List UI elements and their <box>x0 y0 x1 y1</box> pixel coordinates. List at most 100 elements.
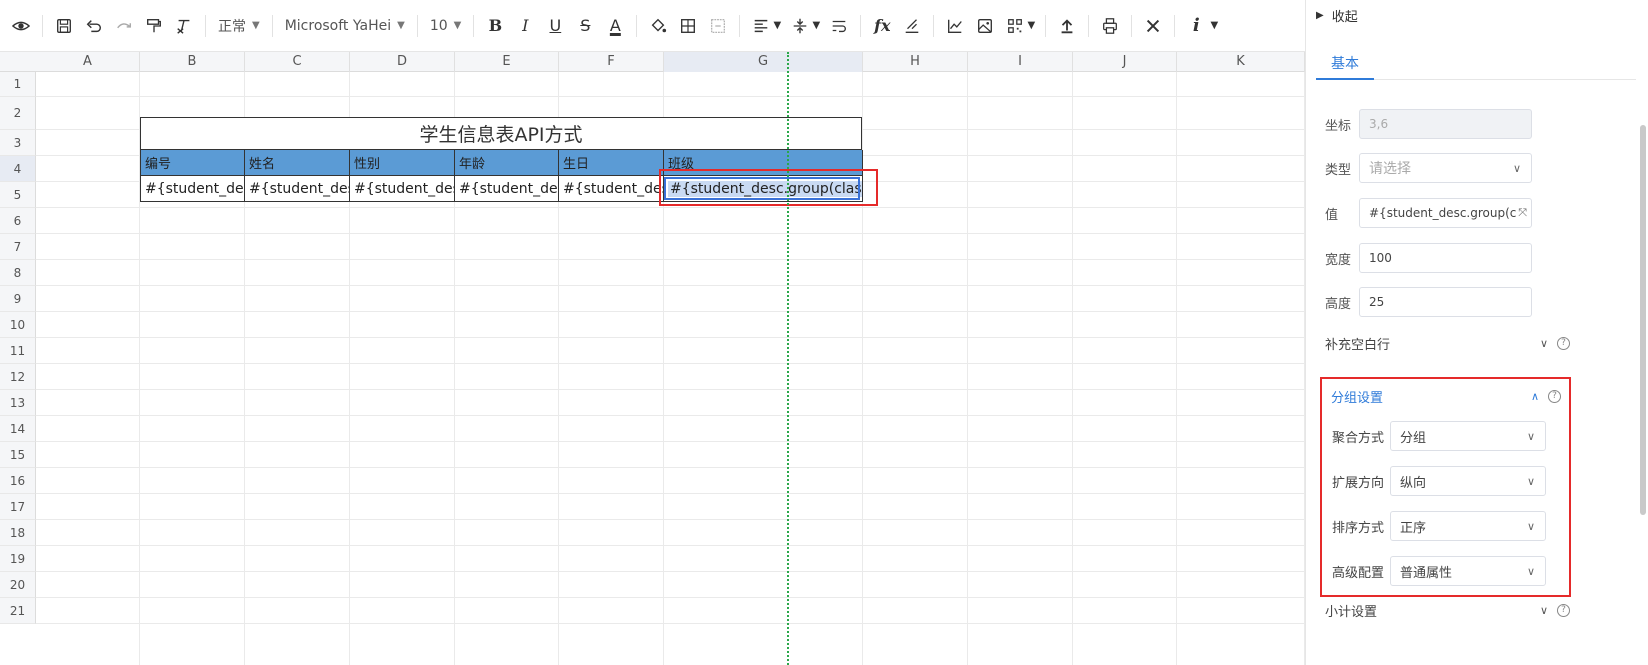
width-input[interactable]: 100 <box>1359 243 1532 273</box>
grid-hline <box>36 493 1305 494</box>
height-input[interactable]: 25 <box>1359 287 1532 317</box>
strikethrough-icon[interactable]: S <box>573 11 597 41</box>
help-icon[interactable]: ? <box>1548 389 1561 403</box>
sort-label: 排序方式 <box>1332 520 1385 536</box>
type-select[interactable]: 请选择 ∨ <box>1359 153 1532 183</box>
group-section-label: 分组设置 <box>1331 390 1384 406</box>
subtotal-section[interactable]: 小计设置 ∨ ? <box>1325 599 1570 621</box>
font-family-value: Microsoft YaHei <box>284 17 392 34</box>
grid-hline <box>36 519 1305 520</box>
align-left-icon[interactable] <box>749 11 773 41</box>
value-input[interactable]: #{student_desc.group(c ⤧ <box>1359 198 1532 228</box>
help-icon[interactable]: ? <box>1557 336 1570 350</box>
collapse-button[interactable]: ▶ 收起 <box>1316 6 1358 25</box>
subtotal-label: 小计设置 <box>1325 604 1378 620</box>
chevron-down-icon: ∨ <box>1539 336 1548 350</box>
toolbar-divider <box>42 14 43 37</box>
data-cell[interactable]: #{student_des <box>140 176 245 202</box>
grid-hline <box>36 207 1305 208</box>
value-row: 值 #{student_desc.group(c ⤧ <box>1306 196 1648 230</box>
chevron-down-icon[interactable]: ▼ <box>1026 11 1036 41</box>
chevron-down-icon[interactable]: ▼ <box>772 11 782 41</box>
wrap-text-icon[interactable] <box>827 11 851 41</box>
column-header-k[interactable]: K <box>1177 52 1305 72</box>
border-icon[interactable] <box>676 11 700 41</box>
qrcode-icon[interactable] <box>1003 11 1027 41</box>
bold-icon[interactable]: B <box>483 11 507 41</box>
column-header-c[interactable]: C <box>245 52 350 72</box>
data-cell[interactable]: #{student_des <box>350 176 455 202</box>
font-size-select[interactable]: 10 ▼ <box>424 11 468 41</box>
expand-icon[interactable]: ⤧ <box>1518 206 1527 220</box>
toolbar-divider <box>1088 14 1090 37</box>
spreadsheet[interactable]: ABCDEFGHIJK 1 2 3 4 5 6 7 8 9 10 11 12 13 14 15 16 17 18 1… <box>0 52 1305 665</box>
report-title-cell[interactable]: 学生信息表API方式 <box>140 117 862 150</box>
info-icon[interactable]: i <box>1184 11 1208 41</box>
grid-vline <box>1176 72 1177 665</box>
formula-icon[interactable]: fx <box>870 11 894 41</box>
toolbar-divider <box>933 14 935 37</box>
tools-icon[interactable] <box>1141 11 1165 41</box>
help-icon[interactable]: ? <box>1557 603 1570 617</box>
toolbar-divider <box>860 14 862 37</box>
column-header-a[interactable]: A <box>36 52 140 72</box>
grid-vline <box>1072 72 1073 665</box>
italic-icon[interactable]: I <box>513 11 537 41</box>
save-icon[interactable] <box>52 11 76 41</box>
chevron-down-icon[interactable]: ▼ <box>811 11 821 41</box>
column-header-g[interactable]: G <box>664 52 863 72</box>
underline-icon[interactable]: U <box>543 11 567 41</box>
print-icon[interactable] <box>1098 11 1122 41</box>
style-select[interactable]: 正常 ▼ <box>212 11 266 41</box>
header-cell[interactable]: 编号 <box>140 150 245 176</box>
fill-blank-section[interactable]: 补充空白行 ∨ ? <box>1325 332 1570 354</box>
header-cell[interactable]: 性别 <box>350 150 455 176</box>
column-header-j[interactable]: J <box>1073 52 1177 72</box>
redo-icon[interactable] <box>112 11 136 41</box>
sort-select[interactable]: 正序 ∨ <box>1390 511 1546 541</box>
conditional-format-icon[interactable] <box>900 11 924 41</box>
font-color-icon[interactable]: A <box>603 11 627 41</box>
grid-hline <box>36 441 1305 442</box>
toolbar-divider <box>636 14 638 37</box>
panel-scrollbar[interactable] <box>1640 125 1646 515</box>
width-row: 宽度 100 <box>1306 241 1648 275</box>
aggregate-row: 聚合方式 分组 ∨ <box>1328 419 1568 453</box>
header-cell[interactable]: 生日 <box>559 150 664 176</box>
fill-color-icon[interactable] <box>646 11 670 41</box>
data-cell[interactable]: #{student_des <box>455 176 559 202</box>
column-header-i[interactable]: I <box>968 52 1073 72</box>
column-header-h[interactable]: H <box>863 52 968 72</box>
preview-eye-icon[interactable] <box>9 11 33 41</box>
cell-grid[interactable]: 学生信息表API方式 编号 姓名 性别 年龄 生日 班级 #{student_des #{s… <box>0 72 1305 665</box>
column-header-f[interactable]: F <box>559 52 664 72</box>
data-cell[interactable]: #{student_des <box>559 176 664 202</box>
tab-basic[interactable]: 基本 <box>1316 48 1374 80</box>
column-header-e[interactable]: E <box>455 52 559 72</box>
clear-format-icon[interactable] <box>172 11 196 41</box>
data-cell[interactable]: #{student_des <box>245 176 350 202</box>
advanced-select[interactable]: 普通属性 ∨ <box>1390 556 1546 586</box>
chevron-down-icon: ∨ <box>1512 161 1521 175</box>
font-family-select[interactable]: Microsoft YaHei ▼ <box>279 11 411 41</box>
type-label: 类型 <box>1325 162 1352 178</box>
header-cell[interactable]: 姓名 <box>245 150 350 176</box>
chart-icon[interactable] <box>943 11 967 41</box>
expand-direction-select[interactable]: 纵向 ∨ <box>1390 466 1546 496</box>
grid-hline <box>36 311 1305 312</box>
undo-icon[interactable] <box>82 11 106 41</box>
chevron-down-icon: ▼ <box>252 20 260 31</box>
column-header-d[interactable]: D <box>350 52 455 72</box>
image-icon[interactable] <box>973 11 997 41</box>
format-painter-icon[interactable] <box>142 11 166 41</box>
vertical-align-icon[interactable] <box>788 11 812 41</box>
column-header-b[interactable]: B <box>140 52 245 72</box>
header-cell[interactable]: 年龄 <box>455 150 559 176</box>
chevron-down-icon[interactable]: ▼ <box>1209 11 1219 41</box>
header-cell[interactable]: 班级 <box>664 150 863 176</box>
sort-row: 排序方式 正序 ∨ <box>1328 509 1568 543</box>
group-section-header[interactable]: 分组设置 ∧ ? <box>1331 385 1561 407</box>
upload-icon[interactable] <box>1055 11 1079 41</box>
merge-cells-icon[interactable] <box>706 11 730 41</box>
aggregate-select[interactable]: 分组 ∨ <box>1390 421 1546 451</box>
